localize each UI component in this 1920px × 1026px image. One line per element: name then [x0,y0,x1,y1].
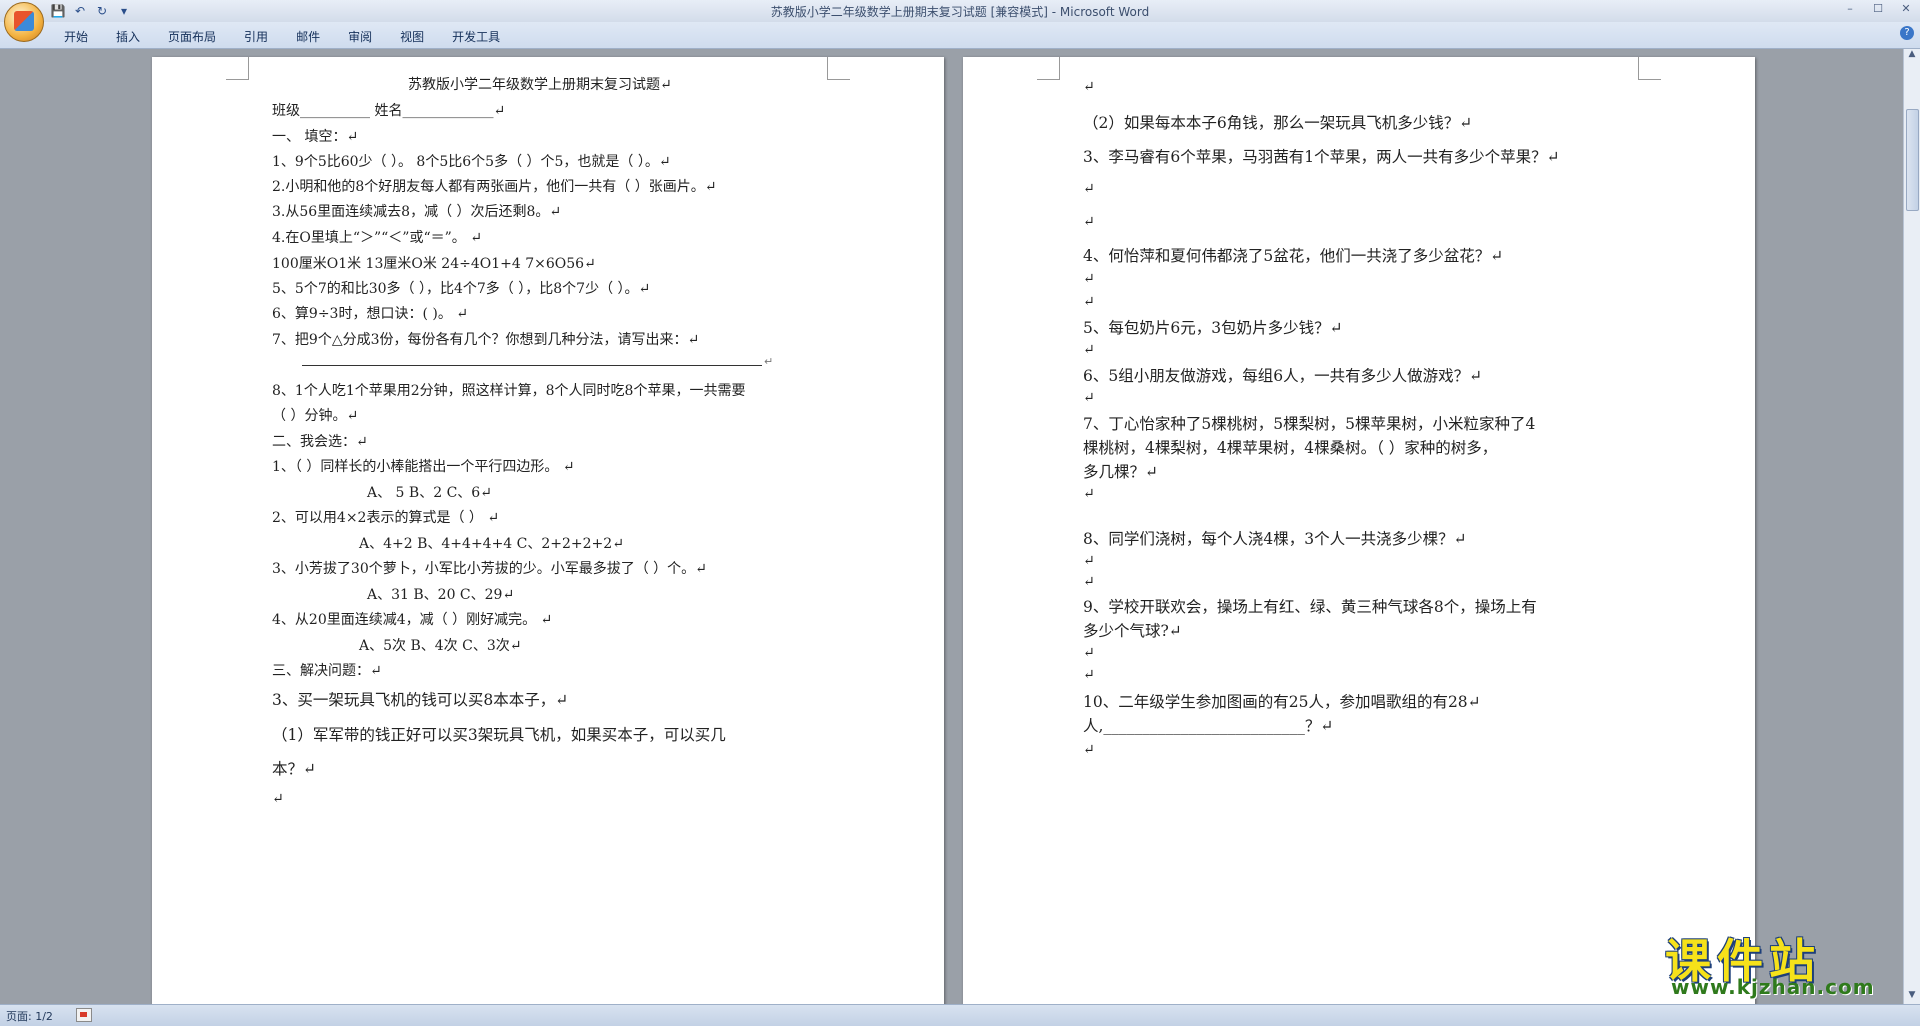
section-choice-heading: 二、我会选：↵ [272,434,368,450]
office-logo-icon [14,11,34,31]
option-line: A、31 B、20 C、29↵ [367,587,515,603]
question-line: 3、小芳拔了30个萝卜，小军比小芳拔的少。小军最多拔了（ ）个。↵ [272,561,707,577]
watermark-logo: 课件站 www.kjzhan.com [1665,925,1905,1005]
tab-insert[interactable]: 插入 [102,25,154,48]
class-name-line: 班级__________ 姓名_____________↵ [272,103,506,119]
window-controls: – ☐ ✕ [1836,0,1920,18]
paragraph-mark: ↵ [1083,271,1095,287]
question-line: 6、5组小朋友做游戏，每组6人，一共有多少人做游戏？↵ [1083,367,1483,385]
scroll-down-icon[interactable]: ▼ [1904,990,1920,1004]
status-page-count[interactable]: 页面: 1/2 [6,1008,53,1024]
maximize-icon[interactable]: ☐ [1864,0,1892,18]
ribbon: 开始 插入 页面布局 引用 邮件 审阅 视图 开发工具 ? [0,22,1920,49]
question-line: 1、9个5比60少（ ）。 8个5比6个5多（ ）个5，也就是（ ）。↵ [272,154,671,170]
paragraph-mark: ↵ [1083,79,1095,95]
paragraph-mark: ↵ [272,791,284,807]
status-bar: 页面: 1/2 [0,1004,1920,1026]
question-line: 3.从56里面连续减去8，减（ ）次后还剩8。↵ [272,204,562,220]
paragraph-mark: ↵ [1083,294,1095,310]
paragraph-mark: ↵ [764,355,774,368]
option-line: A、5次 B、4次 C、3次↵ [359,638,522,654]
vertical-scrollbar[interactable]: ▲ ▼ [1903,49,1920,1004]
paragraph-mark: ↵ [1083,181,1095,197]
scroll-up-icon[interactable]: ▲ [1904,49,1920,63]
answer-underline [302,365,762,366]
paragraph-mark: ↵ [1083,214,1095,230]
question-line: 人,__________________________？↵ [1083,717,1334,735]
tab-mailings[interactable]: 邮件 [282,25,334,48]
question-line: 1、（ ）同样长的小棒能搭出一个平行四边形。 ↵ [272,459,575,475]
question-line: 本？↵ [272,760,316,778]
question-line: 8、1个人吃1个苹果用2分钟，照这样计算，8个人同时吃8个苹果，一共需要 [272,383,746,399]
tab-view[interactable]: 视图 [386,25,438,48]
question-line: 7、丁心怡家种了5棵桃树，5棵梨树，5棵苹果树，小米粒家种了4 [1083,415,1536,433]
title-bar: 💾 ↶ ↻ ▾ 苏教版小学二年级数学上册期末复习试题 [兼容模式] - Micr… [0,0,1920,23]
paragraph-mark: ↵ [1083,574,1095,590]
tab-references[interactable]: 引用 [230,25,282,48]
question-line: 5、每包奶片6元，3包奶片多少钱？↵ [1083,319,1343,337]
watermark-url: www.kjzhan.com [1671,975,1875,999]
margin-corner-top-left [1037,57,1060,80]
minimize-icon[interactable]: – [1836,0,1864,18]
paragraph-mark: ↵ [1083,742,1095,758]
paragraph-mark: ↵ [1083,553,1095,569]
window-title: 苏教版小学二年级数学上册期末复习试题 [兼容模式] - Microsoft Wo… [770,5,1150,19]
question-line: 9、学校开联欢会，操场上有红、绿、黄三种气球各8个，操场上有 [1083,598,1537,616]
ribbon-tabs: 开始 插入 页面布局 引用 邮件 审阅 视图 开发工具 [50,25,514,48]
question-line: 5、5个7的和比30多（ ），比4个7多（ ），比8个7少（ ）。↵ [272,281,651,297]
page-2[interactable]: ↵ （2）如果每本本子6角钱，那么一架玩具飞机多少钱？↵ 3、李马睿有6个苹果，… [963,57,1755,1004]
question-line: 4.在O里填上“＞”“＜”或“＝”。 ↵ [272,230,482,246]
option-line: A、4+2 B、4+4+4+4 C、2+2+2+2↵ [359,536,624,552]
question-line: 8、同学们浇树，每个人浇4棵，3个人一共浇多少棵？↵ [1083,530,1467,548]
office-button[interactable] [4,2,44,42]
question-line: 6、算9÷3时，想口诀：( )。 ↵ [272,306,469,322]
question-line: （ ）分钟。↵ [272,408,359,424]
section-fill-heading: 一、 填空：↵ [272,129,359,145]
question-line: 10、二年级学生参加图画的有25人，参加唱歌组的有28↵ [1083,693,1481,711]
question-line: （2）如果每本本子6角钱，那么一架玩具飞机多少钱？↵ [1083,114,1473,132]
help-icon[interactable]: ? [1900,26,1914,40]
section-solve-heading: 三、解决问题：↵ [272,663,382,679]
doc-title: 苏教版小学二年级数学上册期末复习试题↵ [408,77,672,93]
question-line: 多少个气球?↵ [1083,622,1182,640]
question-line: 2.小明和他的8个好朋友每人都有两张画片，他们一共有（ ）张画片。↵ [272,179,717,195]
question-line: （1）军军带的钱正好可以买3架玩具飞机，如果买本子，可以买几 [272,726,726,744]
option-line: A、 5 B、2 C、6↵ [367,485,492,501]
question-line: 7、把9个△分成3份，每份各有几个？你想到几种分法，请写出来：↵ [272,332,700,348]
question-line: 4、从20里面连续减4，减（ ）刚好减完。 ↵ [272,612,553,628]
question-line: 2、可以用4×2表示的算式是（ ） ↵ [272,510,500,526]
proofing-icon[interactable] [76,1008,92,1022]
paragraph-mark: ↵ [1083,390,1095,406]
question-line: 3、买一架玩具飞机的钱可以买8本本子，↵ [272,691,569,709]
scrollbar-thumb[interactable] [1906,109,1919,211]
tab-developer[interactable]: 开发工具 [438,25,514,48]
paragraph-mark: ↵ [1083,645,1095,661]
tab-review[interactable]: 审阅 [334,25,386,48]
question-line: 4、何怡萍和夏何伟都浇了5盆花，他们一共浇了多少盆花？↵ [1083,247,1504,265]
paragraph-mark: ↵ [1083,486,1095,502]
paragraph-mark: ↵ [1083,342,1095,358]
margin-corner-top-right [827,57,850,80]
question-line: 3、李马睿有6个苹果，马羽茜有1个苹果，两人一共有多少个苹果？↵ [1083,148,1560,166]
close-icon[interactable]: ✕ [1892,0,1920,18]
tab-page-layout[interactable]: 页面布局 [154,25,230,48]
document-workspace: 苏教版小学二年级数学上册期末复习试题↵ 班级__________ 姓名_____… [0,49,1904,1004]
question-line: 多几棵？↵ [1083,463,1158,481]
paragraph-mark: ↵ [1083,667,1095,683]
tab-home[interactable]: 开始 [50,25,102,48]
margin-corner-top-left [226,57,249,80]
question-line: 棵桃树，4棵梨树，4棵苹果树，4棵桑树。（ ）家种的树多， [1083,439,1498,457]
margin-corner-top-right [1638,57,1661,80]
question-line: 100厘米O1米 13厘米O米 24÷4O1+4 7×6O56↵ [272,256,596,272]
page-1[interactable]: 苏教版小学二年级数学上册期末复习试题↵ 班级__________ 姓名_____… [152,57,944,1004]
